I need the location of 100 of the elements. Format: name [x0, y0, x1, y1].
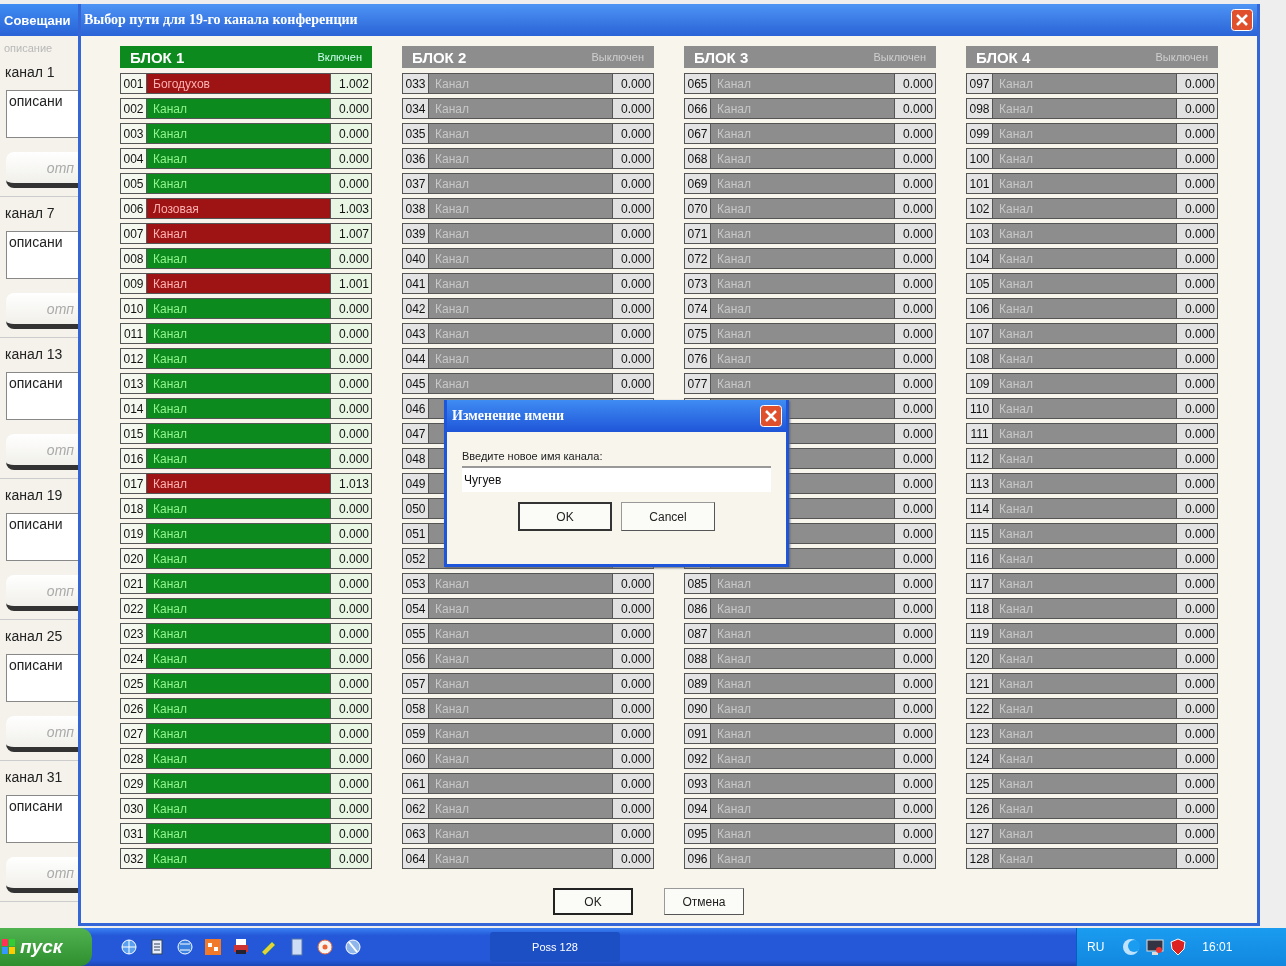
channel-row[interactable]: 065 Канал 0.000 [684, 73, 936, 94]
channel-row[interactable]: 097 Канал 0.000 [966, 73, 1218, 94]
channel-row[interactable]: 110 Канал 0.000 [966, 398, 1218, 419]
cancel-button[interactable]: Отмена [664, 888, 744, 915]
channel-row[interactable]: 095 Канал 0.000 [684, 823, 936, 844]
channel-row[interactable]: 077 Канал 0.000 [684, 373, 936, 394]
cancel-button[interactable]: Cancel [621, 502, 715, 531]
channel-row[interactable]: 025 Канал 0.000 [120, 673, 372, 694]
channel-row[interactable]: 044 Канал 0.000 [402, 348, 654, 369]
channel-row[interactable]: 015 Канал 0.000 [120, 423, 372, 444]
description-field[interactable]: описани [6, 231, 78, 279]
channel-row[interactable]: 005 Канал 0.000 [120, 173, 372, 194]
channel-row[interactable]: 003 Канал 0.000 [120, 123, 372, 144]
channel-row[interactable]: 007 Канал 1.007 [120, 223, 372, 244]
channel-row[interactable]: 098 Канал 0.000 [966, 98, 1218, 119]
channel-row[interactable]: 059 Канал 0.000 [402, 723, 654, 744]
channel-row[interactable]: 004 Канал 0.000 [120, 148, 372, 169]
channel-row[interactable]: 087 Канал 0.000 [684, 623, 936, 644]
tile-icon[interactable] [204, 938, 222, 956]
taskbar-task[interactable]: Poss 128 [490, 932, 620, 962]
channel-row[interactable]: 040 Канал 0.000 [402, 248, 654, 269]
channel-row[interactable]: 069 Канал 0.000 [684, 173, 936, 194]
description-field[interactable]: описани [6, 90, 78, 138]
globe-icon[interactable] [120, 938, 138, 956]
channel-row[interactable]: 111 Канал 0.000 [966, 423, 1218, 444]
channel-row[interactable]: 070 Канал 0.000 [684, 198, 936, 219]
channel-row[interactable]: 023 Канал 0.000 [120, 623, 372, 644]
channel-row[interactable]: 124 Канал 0.000 [966, 748, 1218, 769]
channel-row[interactable]: 014 Канал 0.000 [120, 398, 372, 419]
disc-icon[interactable] [316, 938, 334, 956]
channel-row[interactable]: 016 Канал 0.000 [120, 448, 372, 469]
monitor-icon[interactable] [1146, 938, 1165, 956]
channel-row[interactable]: 036 Канал 0.000 [402, 148, 654, 169]
channel-row[interactable]: 085 Канал 0.000 [684, 573, 936, 594]
crescent-icon[interactable] [1122, 938, 1141, 956]
channel-row[interactable]: 053 Канал 0.000 [402, 573, 654, 594]
channel-row[interactable]: 112 Канал 0.000 [966, 448, 1218, 469]
printer-icon[interactable] [232, 938, 250, 956]
description-field[interactable]: описани [6, 795, 78, 843]
channel-row[interactable]: 039 Канал 0.000 [402, 223, 654, 244]
close-icon[interactable] [760, 405, 782, 427]
channel-row[interactable]: 034 Канал 0.000 [402, 98, 654, 119]
channel-row[interactable]: 126 Канал 0.000 [966, 798, 1218, 819]
channel-row[interactable]: 076 Канал 0.000 [684, 348, 936, 369]
channel-row[interactable]: 116 Канал 0.000 [966, 548, 1218, 569]
channel-row[interactable]: 061 Канал 0.000 [402, 773, 654, 794]
channel-row[interactable]: 001 Богодухов 1.002 [120, 73, 372, 94]
description-field[interactable]: описани [6, 513, 78, 561]
channel-row[interactable]: 107 Канал 0.000 [966, 323, 1218, 344]
channel-row[interactable]: 105 Канал 0.000 [966, 273, 1218, 294]
channel-row[interactable]: 062 Канал 0.000 [402, 798, 654, 819]
channel-row[interactable]: 091 Канал 0.000 [684, 723, 936, 744]
channel-row[interactable]: 123 Канал 0.000 [966, 723, 1218, 744]
channel-row[interactable]: 022 Канал 0.000 [120, 598, 372, 619]
channel-row[interactable]: 037 Канал 0.000 [402, 173, 654, 194]
channel-row[interactable]: 102 Канал 0.000 [966, 198, 1218, 219]
ok-button[interactable]: OK [553, 888, 633, 915]
channel-row[interactable]: 031 Канал 0.000 [120, 823, 372, 844]
channel-row[interactable]: 074 Канал 0.000 [684, 298, 936, 319]
channel-row[interactable]: 109 Канал 0.000 [966, 373, 1218, 394]
channel-row[interactable]: 043 Канал 0.000 [402, 323, 654, 344]
channel-row[interactable]: 011 Канал 0.000 [120, 323, 372, 344]
channel-row[interactable]: 055 Канал 0.000 [402, 623, 654, 644]
channel-row[interactable]: 028 Канал 0.000 [120, 748, 372, 769]
channel-row[interactable]: 073 Канал 0.000 [684, 273, 936, 294]
channel-row[interactable]: 038 Канал 0.000 [402, 198, 654, 219]
channel-row[interactable]: 117 Канал 0.000 [966, 573, 1218, 594]
close-icon[interactable] [1231, 9, 1253, 31]
channel-row[interactable]: 075 Канал 0.000 [684, 323, 936, 344]
channel-row[interactable]: 089 Канал 0.000 [684, 673, 936, 694]
ok-button[interactable]: OK [518, 502, 612, 531]
channel-row[interactable]: 012 Канал 0.000 [120, 348, 372, 369]
channel-row[interactable]: 088 Канал 0.000 [684, 648, 936, 669]
channel-row[interactable]: 101 Канал 0.000 [966, 173, 1218, 194]
name-input[interactable]: Чугуев [462, 466, 771, 492]
channel-row[interactable]: 020 Канал 0.000 [120, 548, 372, 569]
channel-row[interactable]: 032 Канал 0.000 [120, 848, 372, 869]
channel-row[interactable]: 035 Канал 0.000 [402, 123, 654, 144]
channel-row[interactable]: 045 Канал 0.000 [402, 373, 654, 394]
channel-row[interactable]: 026 Канал 0.000 [120, 698, 372, 719]
channel-row[interactable]: 058 Канал 0.000 [402, 698, 654, 719]
channel-row[interactable]: 009 Канал 1.001 [120, 273, 372, 294]
channel-row[interactable]: 115 Канал 0.000 [966, 523, 1218, 544]
channel-row[interactable]: 113 Канал 0.000 [966, 473, 1218, 494]
channel-row[interactable]: 027 Канал 0.000 [120, 723, 372, 744]
globe-icon[interactable] [344, 938, 362, 956]
channel-row[interactable]: 008 Канал 0.000 [120, 248, 372, 269]
page-icon[interactable] [288, 938, 306, 956]
channel-row[interactable]: 054 Канал 0.000 [402, 598, 654, 619]
channel-row[interactable]: 093 Канал 0.000 [684, 773, 936, 794]
channel-row[interactable]: 121 Канал 0.000 [966, 673, 1218, 694]
channel-row[interactable]: 099 Канал 0.000 [966, 123, 1218, 144]
channel-row[interactable]: 010 Канал 0.000 [120, 298, 372, 319]
description-field[interactable]: описани [6, 654, 78, 702]
channel-row[interactable]: 018 Канал 0.000 [120, 498, 372, 519]
channel-row[interactable]: 019 Канал 0.000 [120, 523, 372, 544]
channel-row[interactable]: 096 Канал 0.000 [684, 848, 936, 869]
channel-row[interactable]: 128 Канал 0.000 [966, 848, 1218, 869]
channel-row[interactable]: 104 Канал 0.000 [966, 248, 1218, 269]
channel-row[interactable]: 041 Канал 0.000 [402, 273, 654, 294]
